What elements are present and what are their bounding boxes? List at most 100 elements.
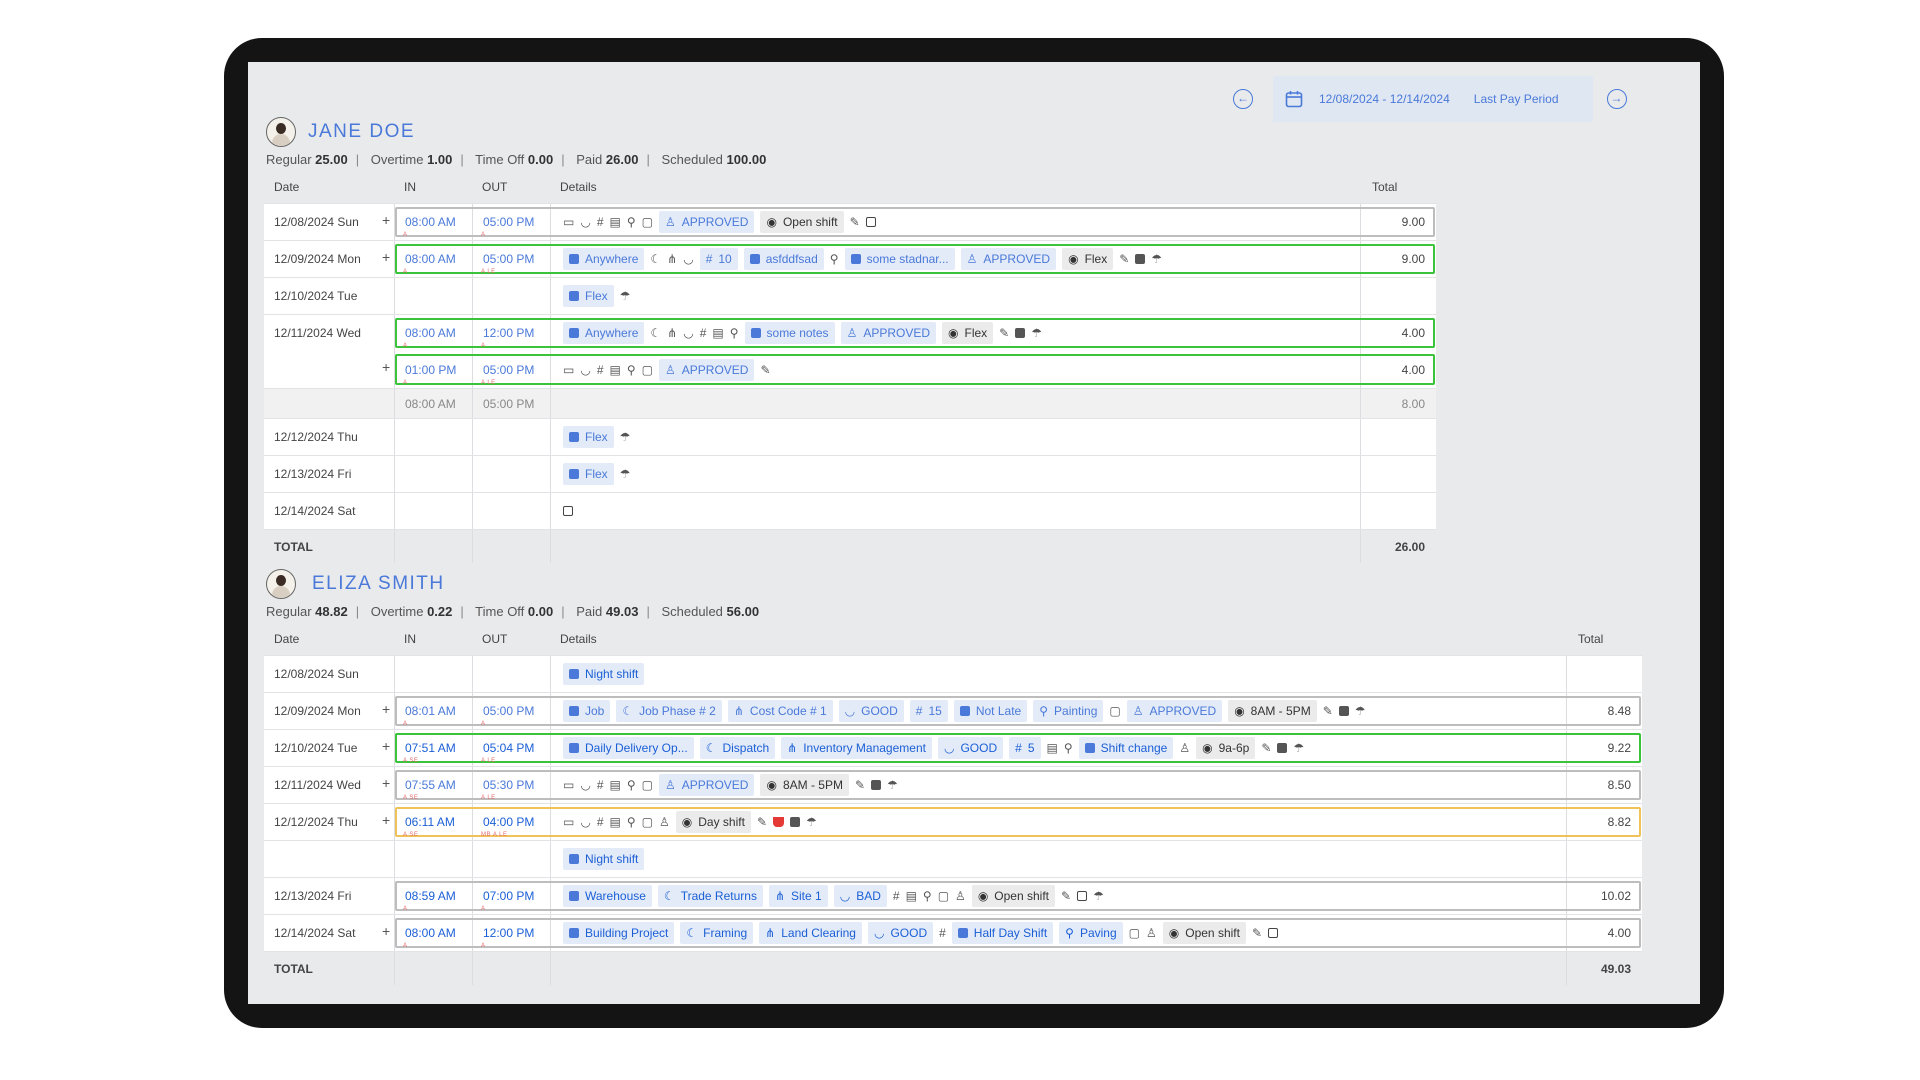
rating-badge[interactable]: ◡ BAD [833, 885, 887, 907]
note-icon[interactable]: ▢ [642, 779, 653, 791]
calendar-small-icon[interactable] [563, 506, 573, 516]
location-badge[interactable]: Anywhere [563, 322, 645, 344]
edit-icon[interactable]: ✎ [757, 816, 767, 828]
add-entry-button[interactable]: + [382, 812, 390, 828]
briefcase-icon[interactable]: ▭ [563, 216, 574, 228]
hash-icon[interactable]: # [700, 327, 707, 339]
note-icon[interactable]: ▢ [1109, 705, 1120, 717]
edit-icon[interactable]: ✎ [850, 216, 860, 228]
add-entry-button[interactable]: + [382, 738, 390, 754]
approved-badge[interactable]: ♙ APPROVED [840, 322, 937, 344]
add-entry-button[interactable]: + [382, 359, 390, 375]
note-badge[interactable]: some notes [744, 322, 835, 344]
pay-period-selector[interactable]: 12/08/2024 - 12/14/2024 Last Pay Period [1273, 76, 1593, 122]
umbrella-icon[interactable]: ☂ [1031, 327, 1042, 339]
cost-code-badge[interactable]: ⋔ Land Clearing [759, 922, 862, 944]
badge-icon[interactable]: ◡ [580, 816, 590, 828]
task-badge[interactable]: ⚲ Painting [1033, 700, 1104, 722]
calendar-small-icon[interactable] [871, 780, 882, 790]
shift-badge[interactable]: ◉ Flex [942, 322, 994, 344]
shift-badge[interactable]: ◉ 9a-6p [1196, 737, 1256, 759]
tool-icon[interactable]: ⚲ [1064, 742, 1073, 754]
job-badge[interactable]: Job [563, 700, 611, 722]
shift-badge[interactable]: Night shift [563, 848, 645, 870]
briefcase-icon[interactable]: ▭ [563, 364, 574, 376]
cost-code-badge[interactable]: ⋔ Cost Code # 1 [727, 700, 833, 722]
document-icon[interactable]: ▤ [610, 364, 621, 376]
document-badge[interactable]: asfddfsad [743, 248, 824, 270]
shift-badge[interactable]: Flex [563, 426, 614, 448]
tool-icon[interactable]: ⚲ [627, 816, 636, 828]
branch-icon[interactable]: ⋔ [667, 253, 677, 265]
edit-icon[interactable]: ✎ [1061, 890, 1071, 902]
document-icon[interactable]: ▤ [610, 779, 621, 791]
calendar-small-icon[interactable] [1338, 706, 1349, 716]
calendar-small-icon[interactable] [865, 217, 876, 227]
hash-icon[interactable]: # [893, 890, 900, 902]
arrow-left-circle-icon[interactable]: ← [1233, 89, 1253, 109]
shift-badge[interactable]: Flex [563, 463, 614, 485]
coffee-icon[interactable] [773, 817, 784, 827]
phase-badge[interactable]: ☾ Trade Returns [657, 885, 763, 907]
edit-icon[interactable]: ✎ [1261, 742, 1271, 754]
tool-icon[interactable]: ⚲ [730, 327, 739, 339]
shift-badge[interactable]: ◉ Open shift [760, 211, 844, 233]
umbrella-icon[interactable]: ☂ [1151, 253, 1162, 265]
shift-badge[interactable]: Night shift [563, 663, 645, 685]
code-badge[interactable]: #5 [1009, 737, 1041, 759]
shift-badge[interactable]: ◉ 8AM - 5PM [760, 774, 849, 796]
avatar[interactable] [266, 569, 296, 599]
shift-badge[interactable]: ◉ Day shift [675, 811, 751, 833]
note-icon[interactable]: ▢ [642, 216, 653, 228]
approved-badge[interactable]: ♙ APPROVED [1126, 700, 1223, 722]
shift-badge[interactable]: ◉ 8AM - 5PM [1228, 700, 1317, 722]
add-entry-button[interactable]: + [382, 775, 390, 791]
shift-badge[interactable]: ◉ Open shift [971, 885, 1055, 907]
job-badge[interactable]: Warehouse [563, 885, 652, 907]
umbrella-icon[interactable]: ☂ [1093, 890, 1104, 902]
note-badge[interactable]: Shift change [1078, 737, 1174, 759]
note-icon[interactable]: ▢ [1129, 927, 1140, 939]
code-badge[interactable]: #10 [699, 248, 738, 270]
edit-icon[interactable]: ✎ [1252, 927, 1262, 939]
add-entry-button[interactable]: + [382, 212, 390, 228]
document-icon[interactable]: ▤ [906, 890, 917, 902]
phase-badge[interactable]: ☾ Framing [680, 922, 754, 944]
tool-icon[interactable]: ⚲ [627, 364, 636, 376]
note-icon[interactable]: ▢ [642, 816, 653, 828]
rating-badge[interactable]: ◡ GOOD [937, 737, 1004, 759]
edit-icon[interactable]: ✎ [1119, 253, 1129, 265]
tool-icon[interactable]: ⚲ [923, 890, 932, 902]
approved-badge[interactable]: ♙ APPROVED [659, 774, 755, 796]
umbrella-icon[interactable]: ☂ [620, 468, 631, 480]
badge-icon[interactable]: ◡ [580, 216, 590, 228]
note-badge[interactable]: some stadnar... [844, 248, 955, 270]
edit-icon[interactable]: ✎ [1323, 705, 1333, 717]
hash-icon[interactable]: # [597, 816, 604, 828]
branch-icon[interactable]: ⋔ [667, 327, 677, 339]
briefcase-icon[interactable]: ▭ [563, 816, 574, 828]
umbrella-icon[interactable]: ☂ [620, 431, 631, 443]
edit-icon[interactable]: ✎ [760, 364, 770, 376]
shift-badge[interactable]: ◉ Flex [1062, 248, 1114, 270]
hash-icon[interactable]: # [597, 364, 604, 376]
hash-icon[interactable]: # [597, 779, 604, 791]
arrow-right-circle-icon[interactable]: → [1606, 89, 1627, 109]
avatar[interactable] [266, 117, 296, 147]
umbrella-icon[interactable]: ☂ [1293, 742, 1304, 754]
badge-icon[interactable]: ◡ [580, 364, 590, 376]
umbrella-icon[interactable]: ☂ [887, 779, 898, 791]
tool-icon[interactable]: ⚲ [627, 779, 636, 791]
calendar-small-icon[interactable] [1015, 328, 1026, 338]
hash-icon[interactable]: # [597, 216, 604, 228]
employee-name[interactable]: JANE DOE [308, 121, 415, 143]
umbrella-icon[interactable]: ☂ [1355, 705, 1366, 717]
document-icon[interactable]: ▤ [712, 327, 723, 339]
badge-icon[interactable]: ◡ [683, 327, 693, 339]
document-icon[interactable]: ▤ [1047, 742, 1058, 754]
cost-code-badge[interactable]: ⋔ Inventory Management [781, 737, 932, 759]
approved-badge[interactable]: ♙ APPROVED [960, 248, 1057, 270]
shift-badge[interactable]: ◉ Open shift [1162, 922, 1246, 944]
note-icon[interactable]: ▢ [938, 890, 949, 902]
shift-badge[interactable]: Flex [563, 285, 614, 307]
